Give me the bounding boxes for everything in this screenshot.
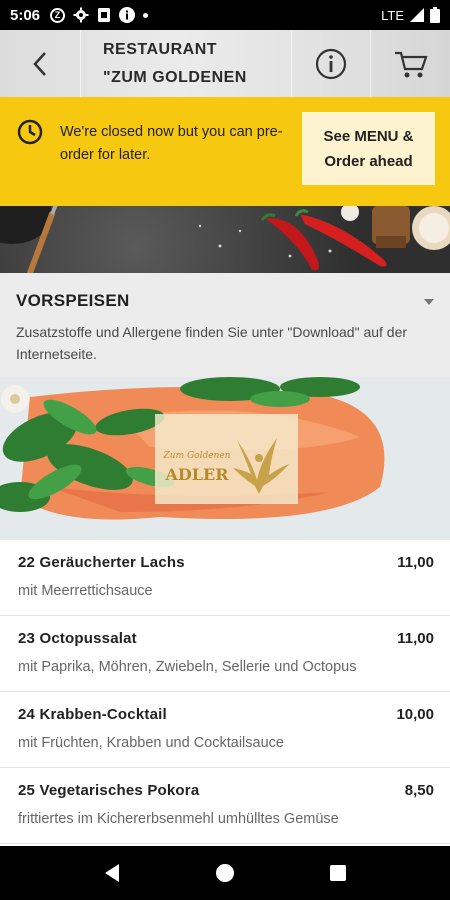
nav-recents-button[interactable] (318, 853, 358, 893)
clipboard-icon (98, 8, 111, 22)
menu-item-name: 24 Krabben-Cocktail (18, 706, 167, 723)
back-button[interactable] (0, 30, 81, 97)
restaurant-title-text: RESTAURANT "ZUM GOLDENEN (103, 36, 247, 92)
cart-button[interactable] (371, 30, 450, 97)
menu-item[interactable]: 23 Octopussalat 11,00 mit Paprika, Möhre… (0, 616, 450, 692)
closed-notice-banner: We're closed now but you can pre-order f… (0, 97, 450, 206)
restaurant-logo: Zum Goldenen ADLER (155, 414, 298, 504)
system-navigation-bar (0, 846, 450, 900)
clock-icon (17, 119, 43, 145)
menu-item[interactable]: 24 Krabben-Cocktail 10,00 mit Früchten, … (0, 692, 450, 768)
button-line-1: See MENU & (323, 127, 414, 145)
menu-item-description: mit Paprika, Möhren, Zwiebeln, Sellerie … (18, 659, 357, 675)
chevron-left-icon (33, 51, 46, 76)
signal-icon (410, 8, 424, 22)
golden-eagle-logo-icon: Zum Goldenen ADLER (162, 438, 289, 494)
menu-item-price: 10,00 (396, 706, 434, 723)
notification-icons: Z (50, 7, 149, 23)
category-section-header[interactable]: VORSPEISEN Zusatzstoffe und Allergene fi… (0, 273, 450, 377)
info-button[interactable] (292, 30, 371, 97)
category-image: Zum Goldenen ADLER (0, 377, 450, 540)
battery-icon (430, 7, 440, 23)
settings-gear-icon (73, 7, 89, 23)
restaurant-title: RESTAURANT "ZUM GOLDENEN (81, 30, 292, 97)
info-circle-icon (315, 48, 347, 79)
menu-item-description: mit Früchten, Krabben und Cocktailsauce (18, 735, 284, 751)
status-time: 5:06 (10, 6, 41, 24)
info-icon (119, 7, 136, 23)
closed-notice-text: We're closed now but you can pre-order f… (60, 124, 283, 163)
status-bar: 5:06 Z LTE (0, 0, 450, 30)
square-recents-icon (330, 865, 347, 881)
menu-item[interactable]: 25 Vegetarisches Pokora 8,50 frittiertes… (0, 768, 450, 844)
triangle-back-icon (104, 864, 119, 882)
circle-home-icon (215, 864, 234, 882)
menu-item-list[interactable]: 22 Geräucherter Lachs 11,00 mit Meerrett… (0, 540, 450, 846)
network-type: LTE (381, 7, 404, 23)
status-right: LTE (381, 7, 440, 23)
button-line-2: Order ahead (324, 152, 413, 170)
dropdown-arrow-icon[interactable] (424, 299, 434, 305)
menu-item-price: 11,00 (397, 630, 434, 647)
menu-item-price: 8,50 (404, 782, 434, 799)
see-menu-order-ahead-button[interactable]: See MENU & Order ahead (302, 112, 435, 185)
title-line-1: RESTAURANT (103, 40, 218, 58)
nav-home-button[interactable] (205, 853, 245, 893)
category-title: VORSPEISEN (16, 291, 130, 310)
title-line-2: "ZUM GOLDENEN (103, 68, 247, 86)
notification-app-icon: Z (50, 7, 66, 23)
app-header: RESTAURANT "ZUM GOLDENEN (0, 30, 450, 97)
menu-item-description: mit Meerrettichsauce (18, 583, 153, 599)
svg-text:Zum Goldenen: Zum Goldenen (162, 451, 230, 461)
svg-text:ADLER: ADLER (164, 465, 229, 484)
menu-item-name: 22 Geräucherter Lachs (18, 554, 185, 571)
category-description: Zusatzstoffe und Allergene finden Sie un… (16, 324, 408, 362)
menu-item-name: 23 Octopussalat (18, 630, 137, 647)
nav-back-button[interactable] (92, 853, 132, 893)
shopping-cart-icon (394, 51, 428, 77)
menu-item[interactable]: 22 Geräucherter Lachs 11,00 mit Meerrett… (0, 540, 450, 616)
menu-item-price: 11,00 (397, 554, 434, 571)
food-banner-image (0, 206, 450, 273)
spices-illustration (0, 206, 450, 273)
more-notifications-dot (143, 12, 149, 18)
menu-item-description: frittiertes im Kichererbsenmehl umhüllte… (18, 811, 339, 827)
menu-item-name: 25 Vegetarisches Pokora (18, 782, 200, 799)
